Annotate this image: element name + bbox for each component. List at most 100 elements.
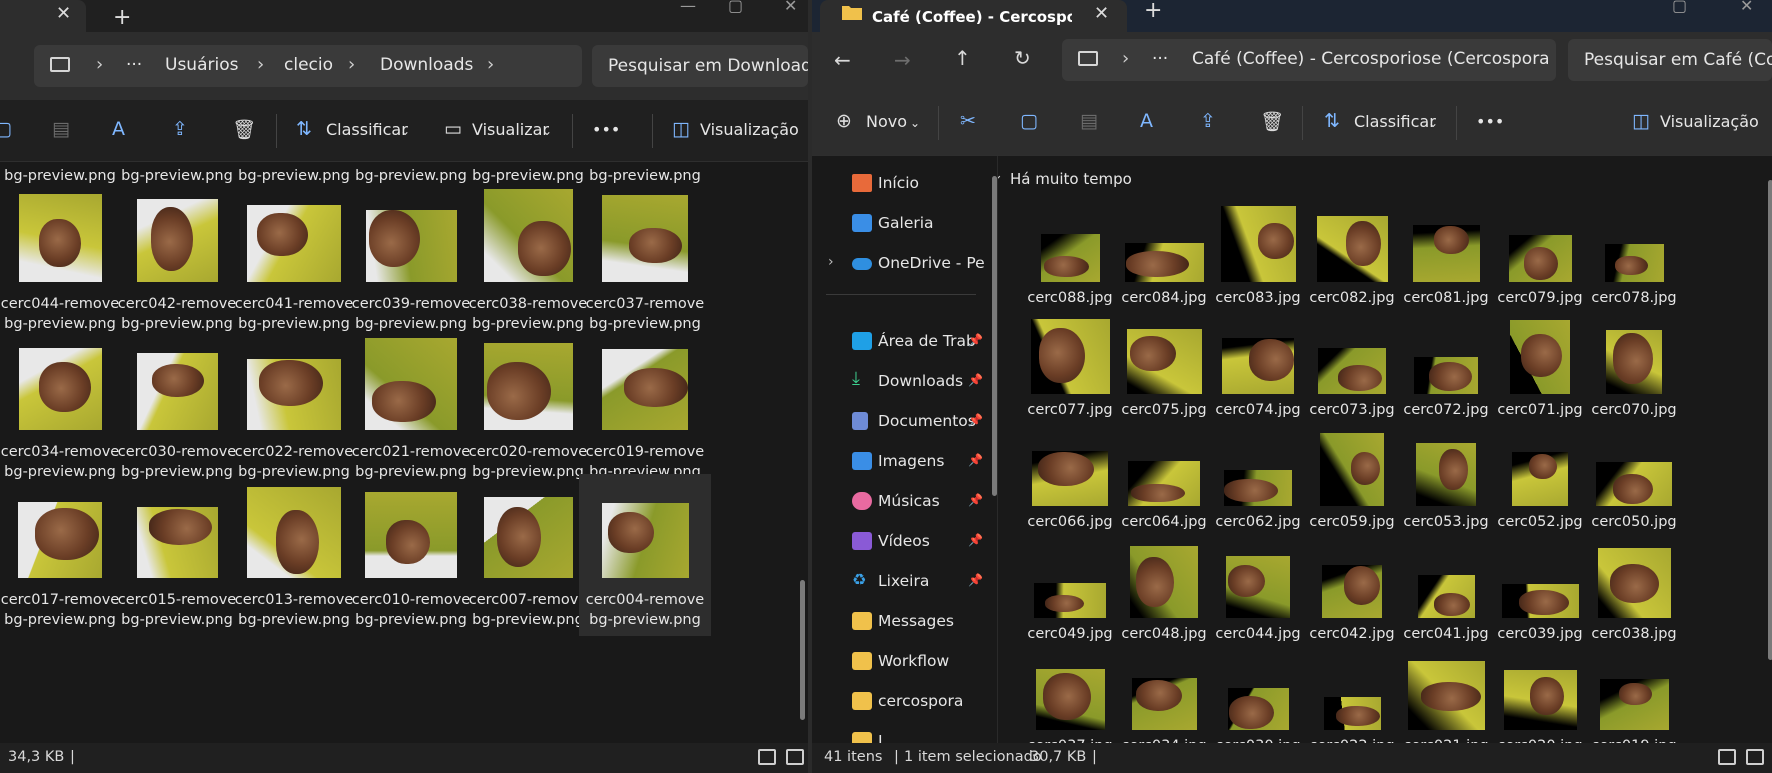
thumbnail-view-icon[interactable]: [1746, 749, 1764, 765]
pin-icon[interactable]: 📌: [968, 533, 983, 547]
pin-icon[interactable]: 📌: [968, 333, 983, 347]
nav-item-imagens[interactable]: Imagens 📌: [812, 444, 997, 480]
chevron-down-icon[interactable]: ⌄: [998, 168, 1003, 183]
file-tile[interactable]: cerc007-remove bg-preview.png: [462, 474, 594, 636]
vertical-scrollbar[interactable]: [800, 580, 805, 720]
cut-icon[interactable]: ✂: [960, 110, 976, 132]
file-tile[interactable]: cerc017-remove bg-preview.png: [0, 474, 126, 636]
file-tile[interactable]: cerc050.jpg: [1582, 426, 1686, 536]
thumbnail-view-icon[interactable]: [786, 749, 804, 765]
preview-pane-button[interactable]: Visualização: [700, 120, 799, 139]
close-tab-icon[interactable]: ✕: [1094, 3, 1109, 24]
file-tile[interactable]: cerc083.jpg: [1206, 202, 1310, 312]
chevron-right-icon[interactable]: ›: [828, 254, 834, 270]
file-tile[interactable]: cerc042.jpg: [1300, 538, 1404, 648]
file-tile[interactable]: cerc082.jpg: [1300, 202, 1404, 312]
file-tile[interactable]: cerc077.jpg: [1018, 314, 1122, 424]
file-tile[interactable]: cerc059.jpg: [1300, 426, 1404, 536]
nav-item-downloads[interactable]: ⤓ Downloads 📌: [812, 364, 997, 400]
copy-icon[interactable]: ▢: [1020, 110, 1038, 132]
file-tile[interactable]: cerc053.jpg: [1394, 426, 1498, 536]
nav-item-videos[interactable]: Vídeos 📌: [812, 524, 997, 560]
breadcrumb-downloads[interactable]: Downloads: [380, 55, 473, 75]
more-ellipsis-icon[interactable]: ···: [1152, 49, 1168, 69]
file-tile[interactable]: cerc022-remove bg-preview.png: [228, 326, 360, 488]
chevron-right-icon[interactable]: ›: [487, 54, 494, 75]
nav-item-documentos[interactable]: Documentos 📌: [812, 404, 997, 440]
copy-icon[interactable]: ▢: [0, 118, 12, 140]
refresh-icon[interactable]: ↻: [1014, 46, 1031, 70]
tab-downloads[interactable]: ✕: [0, 0, 86, 36]
sort-button[interactable]: Classificar: [1354, 112, 1436, 131]
file-tile[interactable]: cerc010-remove bg-preview.png: [345, 474, 477, 636]
rename-icon[interactable]: A: [1140, 110, 1153, 132]
share-icon[interactable]: ⇪: [1200, 110, 1216, 132]
address-bar[interactable]: › ··· Café (Coffee) - Cercosporiose (Cer…: [1062, 39, 1556, 81]
file-tile[interactable]: cerc075.jpg: [1112, 314, 1216, 424]
address-bar[interactable]: › ··· Usuários › clecio › Downloads ›: [34, 45, 582, 87]
file-tile[interactable]: cerc042-remove bg-preview.png: [111, 178, 243, 340]
more-options-button[interactable]: •••: [592, 120, 620, 139]
pin-icon[interactable]: 📌: [968, 493, 983, 507]
nav-item-desktop[interactable]: Área de Trab 📌: [812, 324, 997, 360]
close-window-icon[interactable]: ✕: [1740, 0, 1753, 15]
file-tile[interactable]: cerc034-remove bg-preview.png: [0, 326, 126, 488]
forward-arrow-icon[interactable]: →: [894, 48, 911, 72]
breadcrumb-usuarios[interactable]: Usuários: [165, 55, 238, 75]
vertical-scrollbar[interactable]: [1768, 180, 1772, 660]
file-tile[interactable]: cerc048.jpg: [1112, 538, 1216, 648]
new-tab-button[interactable]: +: [1144, 0, 1162, 23]
file-tile[interactable]: cerc052.jpg: [1488, 426, 1592, 536]
search-input[interactable]: Pesquisar em Café (Coffe: [1568, 39, 1772, 81]
file-tile[interactable]: cerc021-remove bg-preview.png: [345, 326, 477, 488]
file-tile[interactable]: cerc088.jpg: [1018, 202, 1122, 312]
file-tile[interactable]: cerc081.jpg: [1394, 202, 1498, 312]
file-tile[interactable]: cerc019.jpg: [1582, 650, 1686, 743]
breadcrumb-clecio[interactable]: clecio: [284, 55, 333, 75]
pin-icon[interactable]: 📌: [968, 453, 983, 467]
file-tile[interactable]: cerc039-remove bg-preview.png: [345, 178, 477, 340]
file-tile[interactable]: cerc021.jpg: [1394, 650, 1498, 743]
nav-item-folder-messages[interactable]: Messages: [812, 604, 997, 640]
file-tile[interactable]: cerc015-remove bg-preview.png: [111, 474, 243, 636]
view-button[interactable]: Visualizar: [472, 120, 549, 139]
more-options-button[interactable]: •••: [1476, 112, 1504, 131]
delete-icon[interactable]: 🗑: [232, 118, 256, 141]
file-tile[interactable]: cerc064.jpg: [1112, 426, 1216, 536]
file-tile[interactable]: cerc049.jpg: [1018, 538, 1122, 648]
close-tab-icon[interactable]: ✕: [56, 3, 71, 24]
search-input[interactable]: Pesquisar em Downloads: [592, 45, 808, 87]
up-arrow-icon[interactable]: ↑: [954, 46, 971, 70]
file-tile[interactable]: cerc070.jpg: [1582, 314, 1686, 424]
minimize-icon[interactable]: —: [680, 0, 696, 15]
file-tile[interactable]: cerc030-remove bg-preview.png: [111, 326, 243, 488]
details-view-icon[interactable]: [758, 749, 776, 765]
delete-icon[interactable]: 🗑: [1260, 110, 1284, 133]
file-tile[interactable]: cerc041.jpg: [1394, 538, 1498, 648]
preview-pane-button[interactable]: Visualização: [1660, 112, 1759, 131]
pin-icon[interactable]: 📌: [968, 573, 983, 587]
new-button[interactable]: Novo: [866, 112, 907, 131]
file-tile[interactable]: cerc044-remove bg-preview.png: [0, 178, 126, 340]
file-tile[interactable]: cerc044.jpg: [1206, 538, 1310, 648]
file-tile[interactable]: cerc066.jpg: [1018, 426, 1122, 536]
tab-cafe-cercosporiose[interactable]: Café (Coffee) - Cercosporiose ( ✕: [820, 0, 1127, 36]
nav-item-galeria[interactable]: Galeria: [812, 206, 997, 242]
file-tile[interactable]: cerc013-remove bg-preview.png: [228, 474, 360, 636]
nav-scrollbar[interactable]: [992, 176, 997, 496]
file-tile[interactable]: cerc041-remove bg-preview.png: [228, 178, 360, 340]
file-tile[interactable]: cerc020-remove bg-preview.png: [462, 326, 594, 488]
nav-item-inicio[interactable]: Início: [812, 166, 997, 202]
file-tile[interactable]: cerc072.jpg: [1394, 314, 1498, 424]
file-tile[interactable]: cerc034.jpg: [1112, 650, 1216, 743]
file-tile[interactable]: cerc030.jpg: [1206, 650, 1310, 743]
nav-item-folder-cercospora[interactable]: cercospora: [812, 684, 997, 720]
sort-button[interactable]: Classificar: [326, 120, 408, 139]
file-tile[interactable]: cerc038-remove bg-preview.png: [462, 178, 594, 340]
file-tile[interactable]: cerc078.jpg: [1582, 202, 1686, 312]
group-header[interactable]: Há muito tempo: [1010, 170, 1132, 188]
nav-item-folder-workflow[interactable]: Workflow: [812, 644, 997, 680]
rename-icon[interactable]: A: [112, 118, 125, 140]
file-tile[interactable]: cerc037.jpg: [1018, 650, 1122, 743]
file-tile[interactable]: cerc084.jpg: [1112, 202, 1216, 312]
